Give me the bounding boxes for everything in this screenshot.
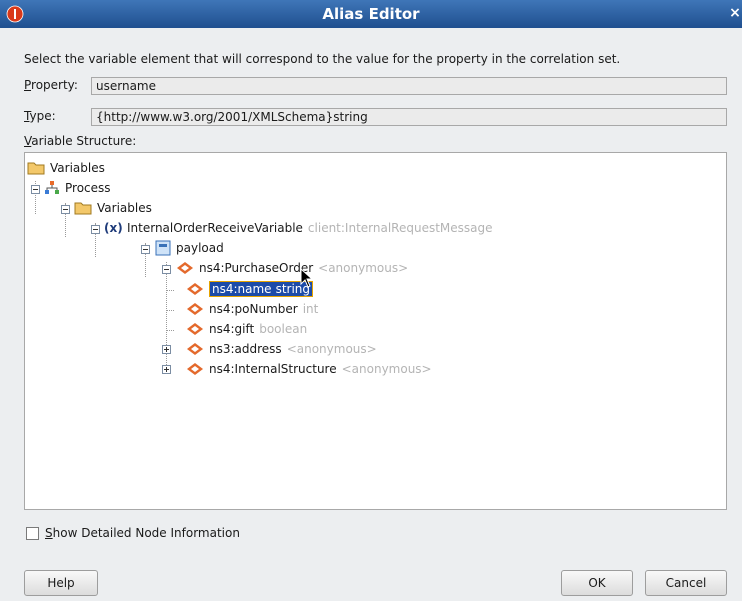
variable-type: client:InternalRequestMessage (307, 221, 493, 235)
tree-node-label: payload (176, 241, 224, 255)
element-type: <anonymous> (318, 261, 409, 275)
tree-node-label: Variables (97, 201, 152, 215)
collapse-payload-toggle[interactable] (141, 245, 150, 254)
variable-icon: (x) (104, 221, 123, 235)
variable-structure-tree[interactable]: Variables Process Variables (x) Internal… (24, 152, 727, 510)
tree-node-gift[interactable]: ns4:gift boolean (186, 319, 307, 339)
element-type: int (302, 302, 319, 316)
element-icon (187, 303, 203, 315)
element-type: boolean (259, 322, 308, 336)
message-icon (155, 240, 171, 256)
expand-internal-structure-toggle[interactable] (162, 365, 171, 374)
collapse-variables-toggle[interactable] (61, 205, 70, 214)
variable-name: InternalOrderReceiveVariable (127, 221, 303, 235)
type-label: Type: (24, 109, 56, 123)
folder-icon (74, 202, 92, 215)
close-icon[interactable]: × (728, 2, 742, 24)
title-bar: Alias Editor × (0, 0, 742, 28)
oracle-icon (6, 5, 24, 23)
variable-structure-label: Variable Structure: (24, 134, 137, 148)
property-label: Property: (24, 78, 78, 92)
folder-icon (27, 162, 45, 175)
selected-element[interactable]: ns4:name string (209, 281, 314, 297)
property-field[interactable]: username (91, 77, 727, 95)
tree-node-name-selected[interactable]: ns4:name string (186, 279, 314, 299)
tree-node-ponumber[interactable]: ns4:poNumber int (186, 299, 318, 319)
mouse-pointer-icon (300, 268, 314, 288)
tree-node-process-variables[interactable]: Variables (74, 198, 152, 218)
element-icon (187, 283, 203, 295)
show-detailed-checkbox[interactable] (26, 527, 39, 540)
type-field[interactable]: {http://www.w3.org/2001/XMLSchema}string (91, 108, 727, 126)
element-icon (177, 262, 193, 274)
element-name: ns3:address (209, 342, 282, 356)
element-icon (187, 323, 203, 335)
instruction-text: Select the variable element that will co… (24, 52, 621, 66)
tree-node-process[interactable]: Process (44, 178, 111, 198)
tree-node-purchase-order[interactable]: ns4:PurchaseOrder <anonymous> (176, 258, 408, 278)
show-detailed-label[interactable]: Show Detailed Node Information (45, 526, 240, 540)
svg-text:(x): (x) (104, 221, 123, 235)
collapse-process-toggle[interactable] (31, 185, 40, 194)
element-name: ns4:gift (209, 322, 255, 336)
process-icon (45, 181, 59, 194)
ok-button[interactable]: OK (561, 570, 633, 596)
tree-node-internal-structure[interactable]: ns4:InternalStructure <anonymous> (186, 359, 432, 379)
help-button[interactable]: Help (24, 570, 98, 596)
tree-node-address[interactable]: ns3:address <anonymous> (186, 339, 377, 359)
element-icon (187, 343, 203, 355)
element-icon (187, 363, 203, 375)
tree-node-payload[interactable]: payload (155, 238, 224, 258)
element-type: <anonymous> (341, 362, 432, 376)
tree-node-variable[interactable]: (x) InternalOrderReceiveVariable client:… (104, 218, 493, 238)
collapse-variable-toggle[interactable] (91, 225, 100, 234)
tree-node-label: Process (65, 181, 111, 195)
collapse-purchase-order-toggle[interactable] (162, 265, 171, 274)
tree-node-variables-root[interactable]: Variables (27, 158, 105, 178)
alias-editor-dialog: Alias Editor × Select the variable eleme… (0, 0, 742, 601)
element-name: ns4:PurchaseOrder (199, 261, 314, 275)
element-name: ns4:poNumber (209, 302, 298, 316)
cancel-button[interactable]: Cancel (645, 570, 727, 596)
expand-address-toggle[interactable] (162, 345, 171, 354)
element-type: <anonymous> (286, 342, 377, 356)
tree-node-label: Variables (50, 161, 105, 175)
window-title: Alias Editor (322, 5, 420, 23)
element-name: ns4:InternalStructure (209, 362, 337, 376)
